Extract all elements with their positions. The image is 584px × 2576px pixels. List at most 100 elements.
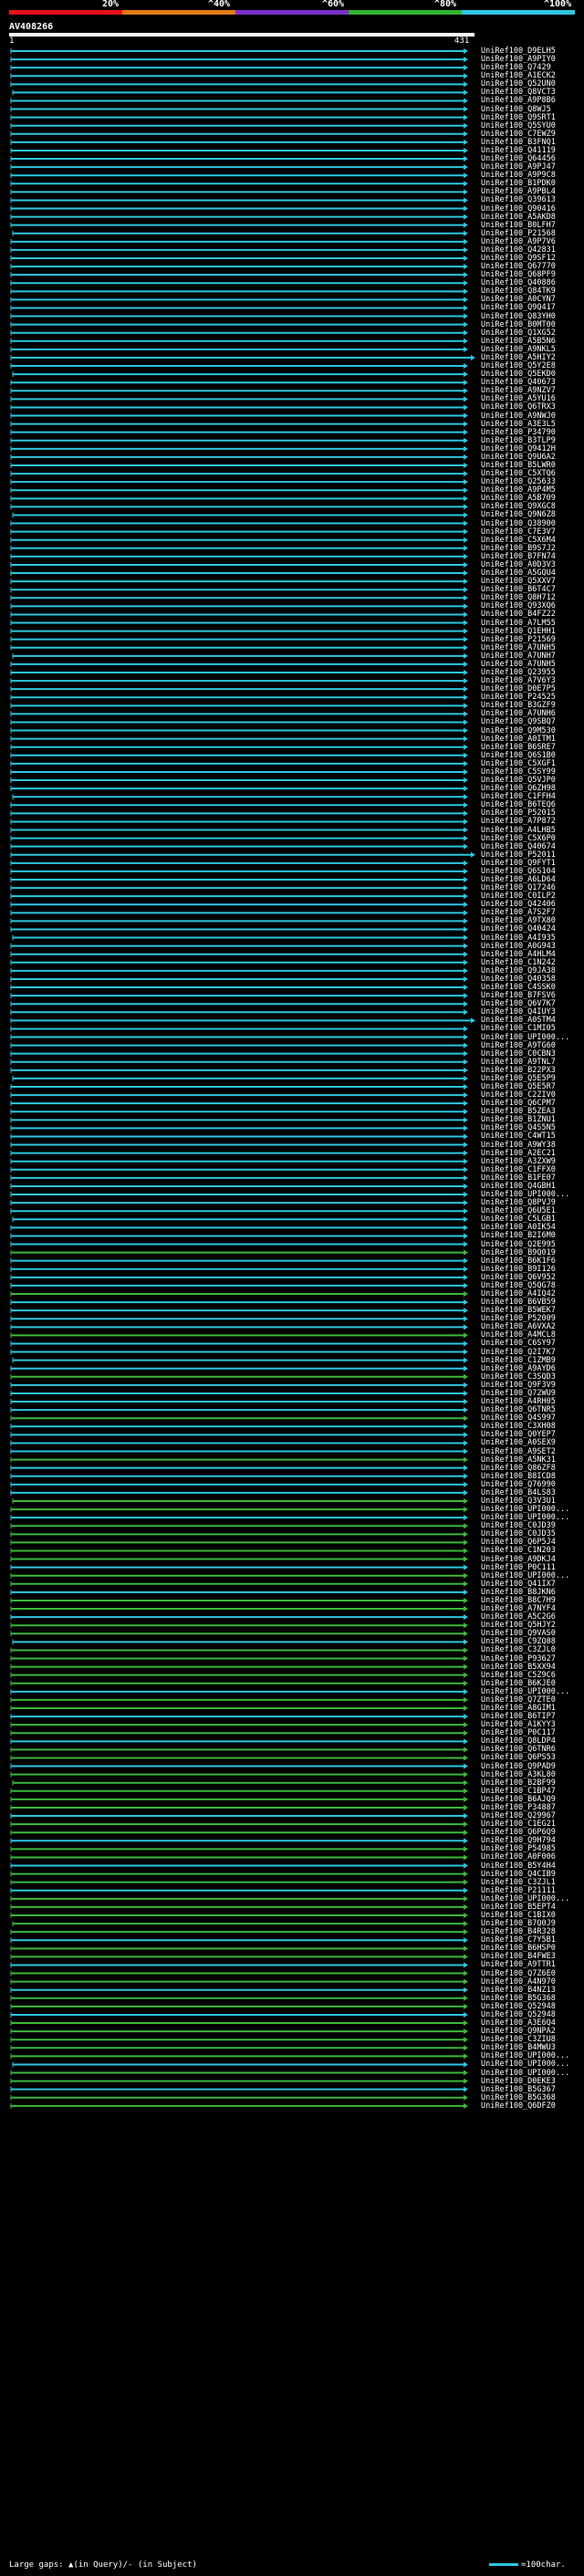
hit-bar-arrow — [464, 711, 468, 717]
hit-bar-arrow — [464, 1572, 468, 1579]
hit-bar-arrow — [464, 139, 468, 145]
hit-bar-arrow — [464, 313, 468, 319]
hit-bar-arrow — [464, 264, 468, 270]
hit-bar-arrow — [464, 537, 468, 543]
hit-bar-arrow — [464, 1456, 468, 1463]
hit-bar-arrow — [464, 2078, 468, 2084]
hit-bar-arrow — [464, 611, 468, 618]
hit-bar-arrow — [464, 877, 468, 882]
hit-bar-arrow — [464, 246, 468, 253]
hit-bar-arrow — [464, 338, 468, 344]
hit-bar-arrow — [464, 437, 468, 443]
hit-bar-arrow — [464, 122, 468, 129]
hit-bar-arrow — [464, 719, 468, 725]
hit-bar-arrow — [464, 2028, 468, 2035]
hit-bar-arrow — [464, 1556, 468, 1562]
hit-bar-arrow — [464, 819, 468, 825]
hit-bar-arrow — [464, 1663, 468, 1670]
hit-bar-arrow — [464, 1523, 468, 1529]
hit-bar-arrow — [464, 2102, 468, 2109]
hit-bar-arrow — [464, 272, 468, 278]
hit-bar-arrow — [464, 130, 468, 137]
hit-bar-arrow — [464, 885, 468, 892]
hit-bar-arrow — [464, 156, 468, 162]
hit-bar-arrow — [464, 603, 468, 610]
hit-bar-arrow — [464, 321, 468, 328]
hit-bar-arrow — [464, 288, 468, 295]
hit-bar-arrow — [464, 661, 468, 667]
hit-bar-arrow — [464, 2020, 468, 2027]
hit-bar-arrow — [464, 1672, 468, 1678]
hit-bar-arrow — [464, 1606, 468, 1612]
hit-bar-arrow — [464, 164, 468, 171]
hit-bar-arrow — [464, 1142, 468, 1148]
hit-bar-arrow — [464, 1622, 468, 1629]
hit-bar-arrow — [464, 943, 468, 949]
hit-bar-arrow — [464, 1316, 468, 1322]
hit-bar-arrow — [464, 2045, 468, 2051]
hit-bar-arrow — [464, 2086, 468, 2092]
hit-bar-arrow — [464, 1225, 468, 1231]
hit-bar-arrow — [464, 1738, 468, 1745]
hit-bar-arrow — [464, 1771, 468, 1778]
hit-bar-arrow — [464, 1432, 468, 1438]
hit-bar-arrow — [464, 910, 468, 916]
hit-bar-arrow — [464, 620, 468, 626]
hit-bar-arrow — [464, 1639, 468, 1645]
hit-bar-arrow — [464, 222, 468, 228]
hit-bar-arrow — [464, 1614, 468, 1621]
hit-bar-arrow — [464, 1722, 468, 1728]
hit-bar-arrow — [464, 463, 468, 468]
hit-bar-arrow — [464, 1465, 468, 1471]
hit-bar-arrow — [464, 1779, 468, 1786]
hit-bar-arrow — [464, 786, 468, 792]
hit-bar-arrow — [464, 1987, 468, 1993]
hit-bar-arrow — [464, 1440, 468, 1446]
hit-bar-arrow — [464, 1117, 468, 1123]
legend-scale-label: =100char. — [521, 2560, 566, 2570]
hit-bar-arrow — [464, 1473, 468, 1479]
hit-bar-arrow — [464, 1059, 468, 1065]
hit-bar-arrow — [464, 1747, 468, 1753]
hit-bar-arrow — [464, 81, 468, 88]
hit-bar-arrow — [464, 579, 468, 585]
hit-bar-arrow — [464, 1788, 468, 1794]
hit-bar-arrow — [464, 1150, 468, 1156]
hit-bar-arrow — [464, 1216, 468, 1223]
hit-bar-arrow — [464, 1498, 468, 1504]
hit-bar-arrow — [464, 1895, 468, 1902]
hit-bar-arrow — [464, 396, 468, 402]
hit-bar-arrow — [464, 1332, 468, 1339]
hit-bar-arrow — [464, 1390, 468, 1396]
hit-bar-arrow — [464, 1092, 468, 1099]
hit-bar-arrow — [464, 1945, 468, 1952]
hit-bar-arrow — [464, 1995, 468, 2001]
hit-bar-arrow — [464, 1448, 468, 1455]
hit-bar-arrow — [464, 777, 468, 784]
hit-bar-arrow — [464, 528, 468, 535]
hit-bar-arrow — [464, 1067, 468, 1073]
hit-bar-arrow — [464, 902, 468, 908]
hit-bar-arrow — [464, 2003, 468, 2009]
legend-swatch — [489, 2563, 518, 2566]
hit-bar-arrow — [464, 1929, 468, 1935]
hit-bar-arrow — [464, 1539, 468, 1546]
hit-bar-arrow — [464, 98, 468, 104]
hit-bar-arrow — [464, 280, 468, 287]
hit-bar-arrow — [464, 1299, 468, 1306]
hit-bar-arrow — [464, 1970, 468, 1976]
hit-bar-arrow — [464, 595, 468, 601]
hit-bar-arrow — [464, 1913, 468, 1918]
hit-bar-arrow — [464, 114, 468, 120]
hit-label[interactable]: UniRef100_Q6DFZ0 — [481, 2101, 556, 2111]
hit-bar-arrow — [464, 1324, 468, 1330]
hit-bar-arrow — [464, 1241, 468, 1247]
hit-bar-arrow — [464, 1871, 468, 1877]
hit-bar-arrow — [464, 967, 468, 974]
hit-bar-arrow — [464, 256, 468, 261]
hit-bar-arrow — [471, 354, 475, 360]
hit-bar-arrow — [464, 471, 468, 477]
hit-bar-arrow — [464, 1796, 468, 1802]
hit-bar-arrow — [464, 1100, 468, 1107]
hit-bar-arrow — [464, 147, 468, 153]
